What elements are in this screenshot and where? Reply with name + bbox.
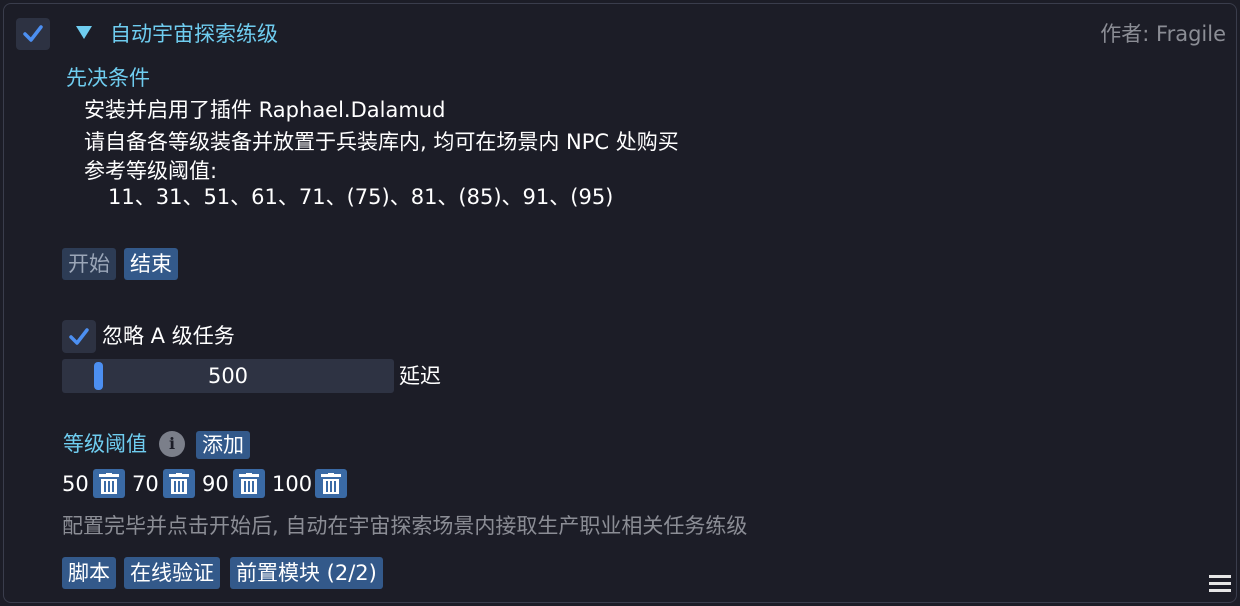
thresholds-heading: 等级阈值 xyxy=(63,432,147,456)
delete-threshold-button[interactable] xyxy=(163,469,195,498)
prerequisite-line: 请自备各等级装备并放置于兵装库内, 均可在场景内 NPC 处购买 xyxy=(84,130,679,154)
info-icon[interactable]: i xyxy=(159,431,185,457)
usage-hint: 配置完毕并点击开始后, 自动在宇宙探索场景内接取生产职业相关任务练级 xyxy=(62,514,748,538)
prerequisite-line: 安装并启用了插件 Raphael.Dalamud xyxy=(84,98,446,122)
threshold-value: 100 xyxy=(272,472,313,496)
start-button[interactable]: 开始 xyxy=(62,248,116,280)
hamburger-menu-icon[interactable] xyxy=(1209,575,1231,595)
online-verify-button[interactable]: 在线验证 xyxy=(124,557,220,589)
threshold-value: 70 xyxy=(132,472,159,496)
prerequisites-heading: 先决条件 xyxy=(66,66,150,90)
threshold-value: 90 xyxy=(202,472,229,496)
trash-icon xyxy=(321,473,341,494)
ignore-a-rank-label: 忽略 A 级任务 xyxy=(102,324,235,348)
prerequisite-line: 参考等级阈值: xyxy=(84,159,218,183)
trash-icon xyxy=(99,473,119,494)
collapse-caret-icon[interactable] xyxy=(76,26,92,39)
trash-icon xyxy=(239,473,259,494)
delete-threshold-button[interactable] xyxy=(233,469,265,498)
reference-levels: 11、31、51、61、71、(75)、81、(85)、91、(95) xyxy=(108,185,614,209)
threshold-value: 50 xyxy=(62,472,89,496)
stop-button[interactable]: 结束 xyxy=(124,248,178,280)
delete-threshold-button[interactable] xyxy=(315,469,347,498)
delay-value: 500 xyxy=(207,364,249,388)
author-label: 作者: Fragile xyxy=(1100,22,1226,46)
add-threshold-button[interactable]: 添加 xyxy=(196,431,250,459)
ignore-a-rank-checkbox[interactable] xyxy=(62,320,96,353)
checkmark-icon xyxy=(69,328,89,345)
module-enable-checkbox[interactable] xyxy=(16,18,50,50)
delay-label: 延迟 xyxy=(399,364,441,388)
trash-icon xyxy=(169,473,189,494)
checkmark-icon xyxy=(23,25,43,42)
delete-threshold-button[interactable] xyxy=(93,469,125,498)
prerequisite-modules-button[interactable]: 前置模块 (2/2) xyxy=(230,557,383,589)
script-button[interactable]: 脚本 xyxy=(62,557,116,589)
module-title[interactable]: 自动宇宙探索练级 xyxy=(110,20,278,48)
module-panel: 自动宇宙探索练级 作者: Fragile 先决条件 安装并启用了插件 Rapha… xyxy=(3,3,1237,603)
delay-slider[interactable]: 500 xyxy=(62,359,394,393)
